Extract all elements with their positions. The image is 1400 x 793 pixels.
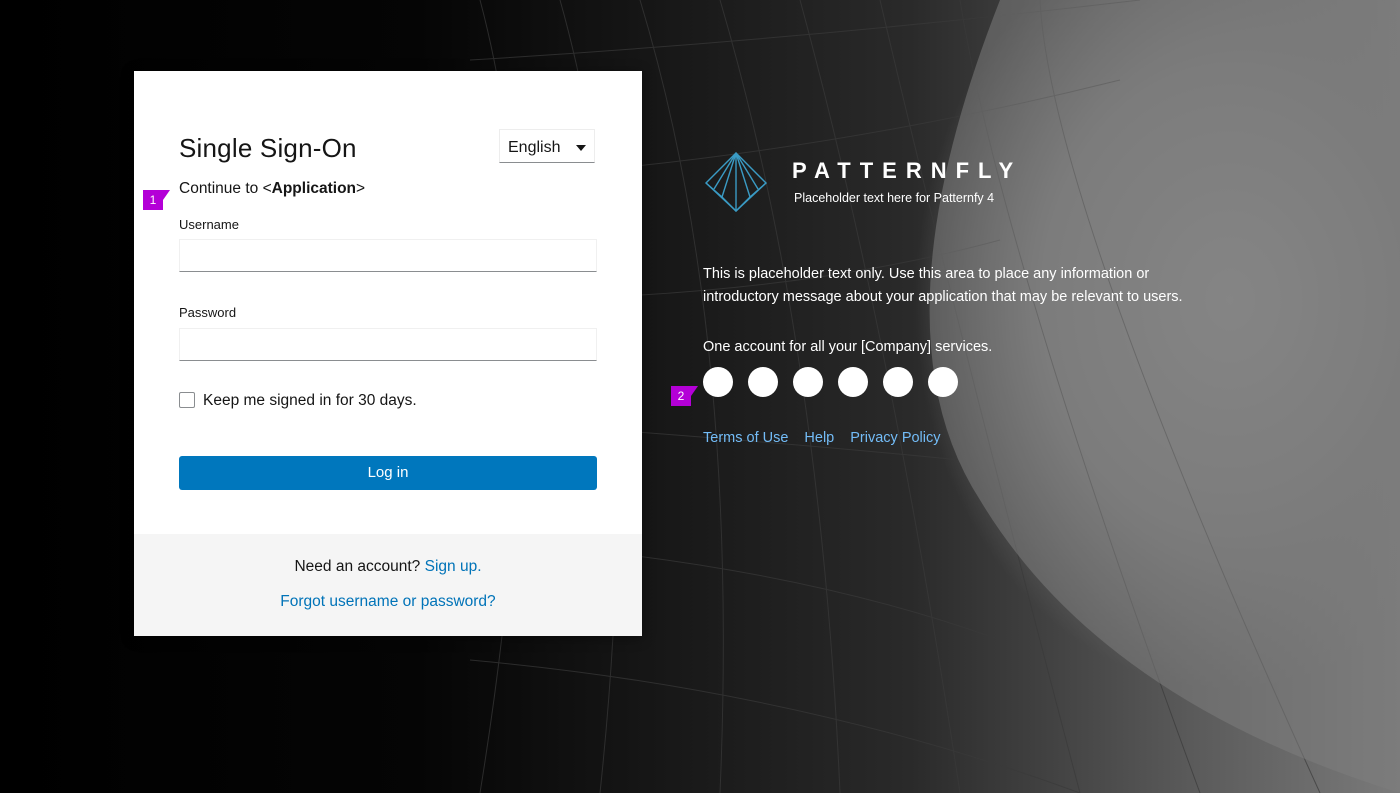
annotation-marker-2: 2 [671,386,698,406]
brand-subtitle: Placeholder text here for Patternfy 4 [794,191,995,205]
social-icon-4[interactable] [838,367,868,397]
privacy-policy-link[interactable]: Privacy Policy [850,430,940,446]
language-select-value: English [508,139,561,156]
caret-down-icon [576,145,586,151]
social-icon-1[interactable] [703,367,733,397]
remember-checkbox[interactable] [179,392,195,408]
sign-up-link[interactable]: Sign up. [425,558,482,575]
language-select[interactable]: English [499,129,595,163]
login-button[interactable]: Log in [179,456,597,490]
username-input[interactable] [179,239,597,272]
footer-links: Terms of Use Help Privacy Policy [703,430,941,446]
password-label: Password [179,305,237,320]
help-link[interactable]: Help [804,430,834,446]
one-account-text: One account for all your [Company] servi… [703,339,993,355]
login-card-footer: Need an account? Sign up. Forgot usernam… [134,534,642,636]
social-icon-5[interactable] [883,367,913,397]
username-label: Username [179,217,239,232]
continue-to-text: Continue to <Application> [179,180,366,197]
social-icon-2[interactable] [748,367,778,397]
social-icon-6[interactable] [928,367,958,397]
login-form: Single Sign-On English Continue to <Appl… [134,71,642,534]
forgot-credentials-link[interactable]: Forgot username or password? [134,593,642,611]
need-account-text: Need an account? Sign up. [294,558,482,575]
login-title: Single Sign-On [179,133,357,163]
intro-text: This is placeholder text only. Use this … [703,266,1183,305]
brand-name: PATTERNFLY [792,158,1023,183]
terms-of-use-link[interactable]: Terms of Use [703,430,788,446]
remember-label[interactable]: Keep me signed in for 30 days. [203,392,417,410]
annotation-marker-1: 1 [143,190,170,210]
login-card: Single Sign-On English Continue to <Appl… [134,71,642,636]
social-icons [703,367,958,397]
patternfly-logo-icon [704,152,768,212]
social-icon-3[interactable] [793,367,823,397]
application-name: Application [271,180,357,197]
password-input[interactable] [179,328,597,361]
